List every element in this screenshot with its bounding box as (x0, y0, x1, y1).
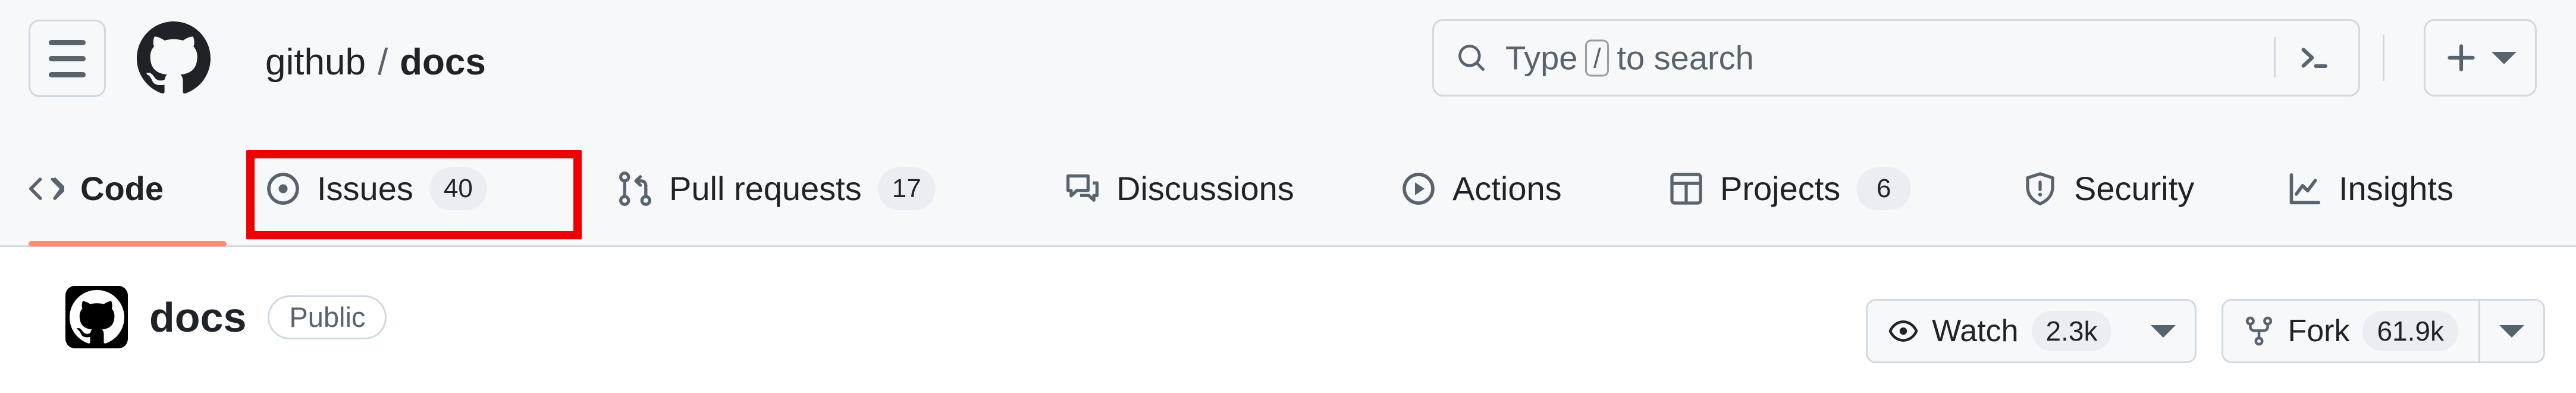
create-new-button[interactable] (2424, 19, 2537, 96)
visibility-badge: Public (268, 295, 387, 339)
chevron-down-icon (2492, 51, 2517, 64)
issue-opened-icon (265, 171, 301, 207)
watch-dropdown-toggle[interactable] (2132, 301, 2195, 361)
nav-tab-label: Actions (1452, 170, 1562, 207)
active-tab-underline (29, 241, 227, 247)
graph-icon (2287, 171, 2323, 207)
github-logo-icon[interactable] (137, 21, 211, 95)
nav-tab-insights[interactable]: Insights (2287, 132, 2453, 245)
nav-tab-label: Projects (1720, 170, 1841, 207)
nav-tab-actions[interactable]: Actions (1401, 132, 1562, 245)
nav-tab-projects[interactable]: Projects 6 (1668, 132, 1912, 245)
nav-tab-counter: 17 (877, 167, 936, 210)
breadcrumb-repo[interactable]: docs (400, 44, 486, 81)
terminal-icon[interactable] (2296, 39, 2333, 76)
shield-icon (2022, 171, 2058, 207)
watch-button-label: Watch (1932, 314, 2019, 348)
nav-tab-counter: 40 (429, 167, 487, 210)
fork-button-label: Fork (2288, 314, 2350, 348)
hamburger-menu-button[interactable] (29, 20, 106, 97)
page-header: github / docs Type / to search Code Issu… (0, 0, 2576, 247)
repo-title-row: docs Public Watch 2.3k Fork 61.9k (0, 249, 2576, 393)
hamburger-icon (49, 39, 86, 77)
chevron-down-icon (2499, 325, 2524, 338)
plus-icon (2444, 40, 2478, 75)
play-icon (1401, 171, 1436, 207)
breadcrumb-owner[interactable]: github (265, 44, 366, 81)
watch-button-main[interactable]: Watch 2.3k (1868, 301, 2132, 361)
repo-owner-avatar[interactable] (65, 286, 128, 348)
search-divider (2274, 37, 2276, 77)
nav-tab-label: Pull requests (669, 170, 862, 207)
repo-name[interactable]: docs (149, 297, 246, 338)
repo-forked-icon (2244, 316, 2274, 347)
fork-dropdown-toggle[interactable] (2478, 301, 2543, 361)
nav-tab-discussions[interactable]: Discussions (1065, 132, 1294, 245)
nav-tab-label: Issues (317, 170, 413, 207)
eye-icon (1888, 316, 1919, 347)
breadcrumb-separator: / (377, 42, 388, 83)
github-repo-header: github / docs Type / to search Code Issu… (0, 0, 2576, 393)
code-icon (29, 171, 64, 207)
nav-tab-label: Security (2074, 170, 2195, 207)
search-input[interactable]: Type / to search (1432, 19, 2360, 96)
chevron-down-icon (2151, 325, 2176, 338)
nav-tab-counter: 6 (1856, 167, 1912, 210)
nav-tab-label: Discussions (1116, 170, 1294, 207)
nav-tab-label: Insights (2339, 170, 2453, 207)
fork-button-main[interactable]: Fork 61.9k (2223, 301, 2478, 361)
git-pull-request-icon (617, 171, 653, 207)
topbar-divider (2383, 35, 2384, 81)
nav-tab-code[interactable]: Code (29, 132, 164, 245)
search-icon (1457, 43, 1486, 73)
comment-discussion-icon (1065, 171, 1100, 207)
repo-nav: Code Issues 40 Pull requests 17 Discussi… (0, 132, 2576, 247)
breadcrumb: github / docs (265, 44, 486, 81)
watch-button[interactable]: Watch 2.3k (1866, 299, 2197, 363)
search-placeholder: Type / to search (1505, 39, 1754, 77)
repo-action-buttons: Watch 2.3k Fork 61.9k (1866, 299, 2545, 363)
fork-button[interactable]: Fork 61.9k (2222, 299, 2545, 363)
repo-title: docs Public (65, 286, 387, 348)
fork-count: 61.9k (2362, 311, 2458, 351)
global-topbar: github / docs Type / to search (0, 0, 2576, 132)
nav-tab-security[interactable]: Security (2022, 132, 2194, 245)
watch-count: 2.3k (2031, 311, 2112, 351)
nav-tab-pull-requests[interactable]: Pull requests 17 (617, 132, 936, 245)
search-placeholder-prefix: Type (1505, 39, 1578, 77)
nav-tab-issues[interactable]: Issues 40 (265, 132, 487, 245)
search-shortcut-key: / (1585, 39, 1609, 76)
nav-tab-label: Code (80, 170, 164, 207)
search-placeholder-suffix: to search (1617, 39, 1754, 77)
table-icon (1668, 171, 1704, 207)
